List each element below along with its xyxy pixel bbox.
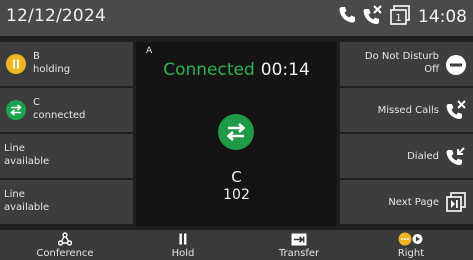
caller-number: 102 xyxy=(223,187,250,203)
transfer-arrows-icon xyxy=(6,100,26,120)
svg-text:1: 1 xyxy=(395,13,401,24)
conference-icon xyxy=(6,232,124,246)
call-duration: 00:14 xyxy=(260,60,310,80)
missed-calls-key[interactable]: Missed Calls xyxy=(340,88,473,132)
transfer-button[interactable]: Transfer xyxy=(240,230,358,260)
conference-label: Conference xyxy=(36,248,94,259)
missed-call-icon xyxy=(362,5,384,29)
caller-name: C xyxy=(231,168,242,186)
status-icons: 1 14:08 xyxy=(337,5,467,29)
transfer-icon xyxy=(240,232,358,246)
call-line-label: A xyxy=(146,46,153,56)
dnd-minus-icon xyxy=(445,54,467,80)
dialed-calls-icon xyxy=(445,145,467,171)
line-key-c[interactable]: C connected xyxy=(0,88,133,132)
next-page-label: Next Page xyxy=(388,197,439,208)
function-keys-panel: Do Not Disturb Off Missed Calls Dialed N… xyxy=(340,42,473,226)
softkey-bar: Conference Hold Transfer Right xyxy=(0,230,473,260)
line-keys-panel: B holding C connected Line available Lin… xyxy=(0,42,133,226)
dialed-key[interactable]: Dialed xyxy=(340,134,473,178)
right-label: Right xyxy=(397,248,425,259)
missed-calls-label: Missed Calls xyxy=(377,105,439,116)
line-key-available-2[interactable]: Line available xyxy=(0,180,133,224)
line-key-label: Line available xyxy=(4,189,50,213)
status-bar: 12/12/2024 1 14:08 xyxy=(0,0,473,36)
date-display: 12/12/2024 xyxy=(6,6,106,26)
dialed-label: Dialed xyxy=(407,151,439,162)
call-connected-icon xyxy=(218,114,254,150)
phone-icon xyxy=(337,5,357,29)
pause-icon xyxy=(124,232,242,246)
next-page-key[interactable]: Next Page xyxy=(340,180,473,224)
line-key-label: B holding xyxy=(33,51,71,75)
hold-icon xyxy=(6,54,26,74)
dnd-key[interactable]: Do Not Disturb Off xyxy=(340,42,473,86)
voicemail-icon: 1 xyxy=(389,5,411,29)
more-right-icon xyxy=(352,232,470,246)
missed-calls-icon xyxy=(445,99,467,125)
clock: 14:08 xyxy=(418,7,467,27)
right-button[interactable]: Right xyxy=(352,230,470,260)
line-key-available-1[interactable]: Line available xyxy=(0,134,133,178)
line-key-label: Line available xyxy=(4,143,50,167)
next-page-icon xyxy=(445,192,467,216)
line-key-label: C connected xyxy=(33,97,86,121)
call-status: Connected 00:14 xyxy=(136,60,337,80)
active-call-panel: A Connected 00:14 C 102 xyxy=(136,42,337,226)
hold-label: Hold xyxy=(171,248,195,259)
dnd-label: Do Not Disturb Off xyxy=(364,51,439,75)
call-state: Connected xyxy=(163,60,255,80)
hold-button[interactable]: Hold xyxy=(124,230,242,260)
transfer-label: Transfer xyxy=(278,248,320,259)
line-key-b[interactable]: B holding xyxy=(0,42,133,86)
conference-button[interactable]: Conference xyxy=(6,230,124,260)
